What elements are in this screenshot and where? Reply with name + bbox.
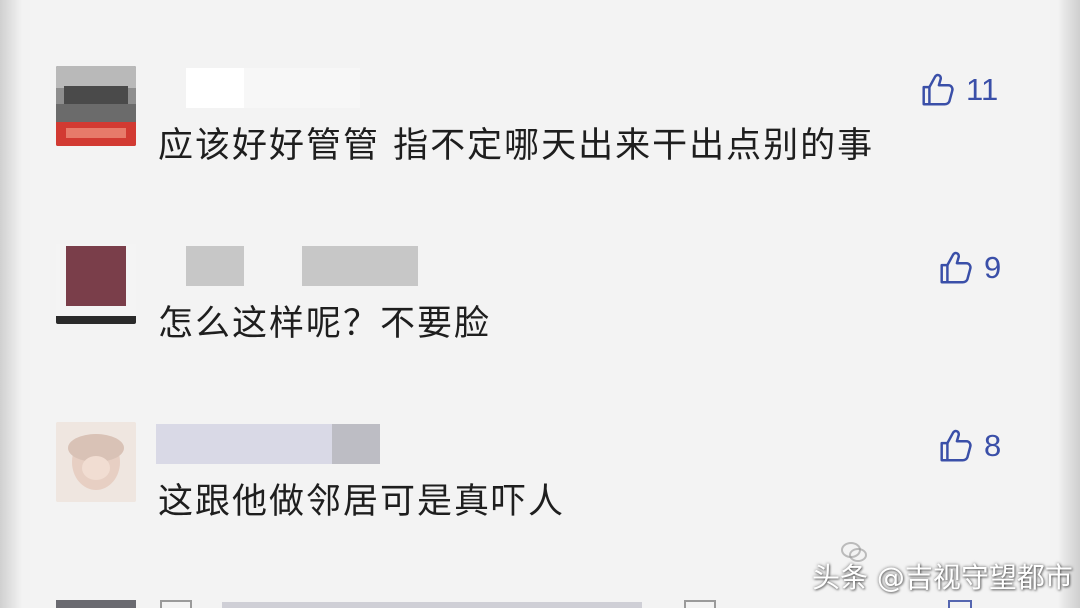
avatar-image bbox=[56, 66, 136, 146]
avatar[interactable] bbox=[56, 244, 136, 324]
thumbs-up-icon bbox=[940, 429, 972, 462]
username-redacted bbox=[222, 602, 642, 608]
avatar bbox=[56, 600, 136, 608]
avatar-image bbox=[56, 244, 136, 324]
like-count: 8 bbox=[984, 428, 1002, 463]
thumbs-up-icon bbox=[940, 251, 972, 284]
checkbox-icon bbox=[160, 600, 192, 608]
comment-text: 怎么这样呢？不要脸 bbox=[158, 304, 492, 344]
avatar[interactable] bbox=[56, 422, 136, 502]
username-redacted bbox=[186, 68, 244, 108]
username-redacted bbox=[302, 246, 418, 286]
username-redacted bbox=[332, 424, 380, 464]
username-redacted bbox=[244, 68, 360, 108]
comment-item: 怎么这样呢？不要脸 9 bbox=[0, 244, 1080, 404]
avatar-image bbox=[56, 422, 136, 502]
like-count: 11 bbox=[966, 72, 999, 107]
thumbs-up-icon bbox=[922, 73, 954, 106]
like-button[interactable]: 8 bbox=[936, 426, 1001, 466]
avatar[interactable] bbox=[56, 66, 136, 146]
username-redacted bbox=[186, 246, 244, 286]
comment-text: 这跟他做邻居可是真吓人 bbox=[158, 482, 566, 522]
like-button[interactable]: 9 bbox=[936, 248, 1001, 288]
like-count: 9 bbox=[984, 250, 1002, 285]
next-comment-partial bbox=[0, 598, 1080, 608]
source-watermark: 头条 @吉视守望都市 bbox=[812, 561, 1073, 594]
comment-text: 应该好好管管 指不定哪天出来干出点别的事 bbox=[158, 126, 875, 166]
like-button[interactable]: 11 bbox=[918, 70, 998, 110]
thumbs-up-icon bbox=[948, 600, 972, 608]
comment-item: 应该好好管管 指不定哪天出来干出点别的事 11 bbox=[0, 66, 1080, 226]
checkbox-icon bbox=[684, 600, 716, 608]
username-redacted bbox=[156, 424, 332, 464]
